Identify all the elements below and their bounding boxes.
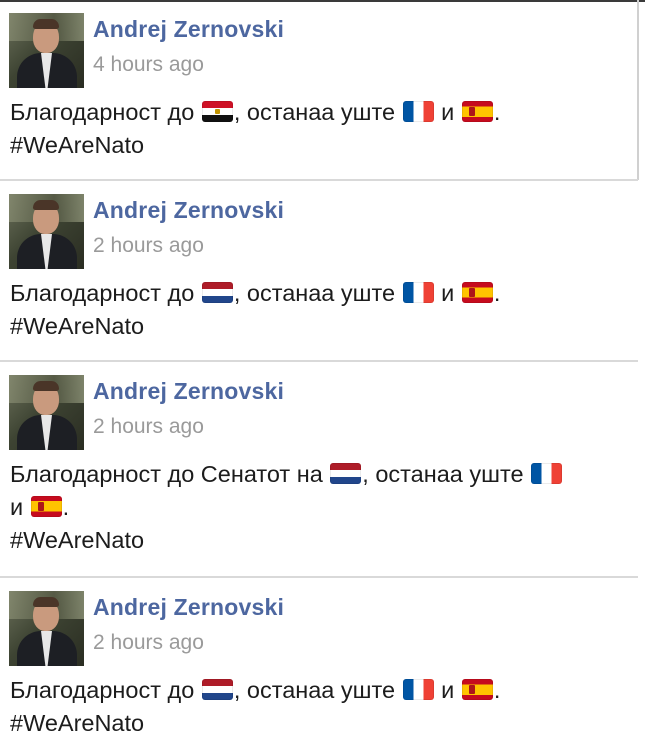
post-timestamp[interactable]: 2 hours ago [93, 415, 204, 439]
post-text: Благодарност до Сенатот на , останаа ушт… [10, 458, 630, 557]
post-text: Благодарност до , останаа уште и . #WeAr… [10, 674, 630, 740]
post-text-segment: . [62, 494, 70, 520]
post-text: Благодарност до , останаа уште и . #WeAr… [10, 96, 630, 162]
post-text-segment: , останаа уште [362, 461, 524, 487]
flag-netherlands-icon [330, 463, 362, 484]
post-card: Andrej Zernovski 2 hours ago Благодарнос… [0, 181, 638, 362]
flag-egypt-icon [201, 101, 233, 122]
flag-netherlands-icon [201, 679, 233, 700]
avatar[interactable] [9, 13, 84, 88]
post-text-segment: Благодарност до [10, 280, 195, 306]
flag-netherlands-icon [201, 282, 233, 303]
author-name[interactable]: Andrej Zernovski [93, 197, 284, 224]
post-text-line: Благодарност до Сенатот на , останаа ушт… [10, 458, 630, 491]
flag-france-icon [402, 282, 434, 303]
post-card: Andrej Zernovski 4 hours ago Благодарнос… [0, 0, 638, 181]
avatar[interactable] [9, 375, 84, 450]
avatar[interactable] [9, 194, 84, 269]
flag-spain-icon [461, 679, 493, 700]
post-text-segment: , останаа уште [233, 677, 396, 703]
hashtag-link[interactable]: #WeAreNato [10, 129, 630, 162]
avatar[interactable] [9, 591, 84, 666]
post-card: Andrej Zernovski 2 hours ago Благодарнос… [0, 362, 638, 578]
flag-spain-icon [30, 496, 62, 517]
post-feed: Andrej Zernovski 4 hours ago Благодарнос… [0, 0, 638, 747]
post-text-segment: Благодарност до Сенатот на [10, 461, 323, 487]
post-text-segment: , останаа уште [233, 99, 396, 125]
post-timestamp[interactable]: 2 hours ago [93, 631, 204, 655]
post-text: Благодарност до , останаа уште и . #WeAr… [10, 277, 630, 343]
post-text-segment: и [441, 280, 455, 306]
post-text-segment: и [441, 99, 455, 125]
post-card: Andrej Zernovski 2 hours ago Благодарнос… [0, 578, 638, 747]
author-name[interactable]: Andrej Zernovski [93, 594, 284, 621]
post-text-segment: . [493, 99, 501, 125]
post-text-segment: . [493, 280, 501, 306]
post-text-line: и . [10, 491, 630, 524]
flag-spain-icon [461, 282, 493, 303]
post-text-segment: . [493, 677, 501, 703]
flag-spain-icon [461, 101, 493, 122]
post-text-segment: Благодарност до [10, 677, 195, 703]
post-text-segment: и [441, 677, 455, 703]
post-text-segment: и [10, 494, 24, 520]
author-name[interactable]: Andrej Zernovski [93, 378, 284, 405]
hashtag-link[interactable]: #WeAreNato [10, 707, 630, 740]
post-text-line: Благодарност до , останаа уште и . [10, 674, 630, 707]
flag-france-icon [402, 679, 434, 700]
flag-france-icon [402, 101, 434, 122]
flag-france-icon [531, 463, 563, 484]
hashtag-link[interactable]: #WeAreNato [10, 524, 630, 557]
post-text-line: Благодарност до , останаа уште и . [10, 277, 630, 310]
post-timestamp[interactable]: 4 hours ago [93, 53, 204, 77]
author-name[interactable]: Andrej Zernovski [93, 16, 284, 43]
post-timestamp[interactable]: 2 hours ago [93, 234, 204, 258]
hashtag-link[interactable]: #WeAreNato [10, 310, 630, 343]
post-text-segment: , останаа уште [233, 280, 396, 306]
post-text-line: Благодарност до , останаа уште и . [10, 96, 630, 129]
post-text-segment: Благодарност до [10, 99, 195, 125]
